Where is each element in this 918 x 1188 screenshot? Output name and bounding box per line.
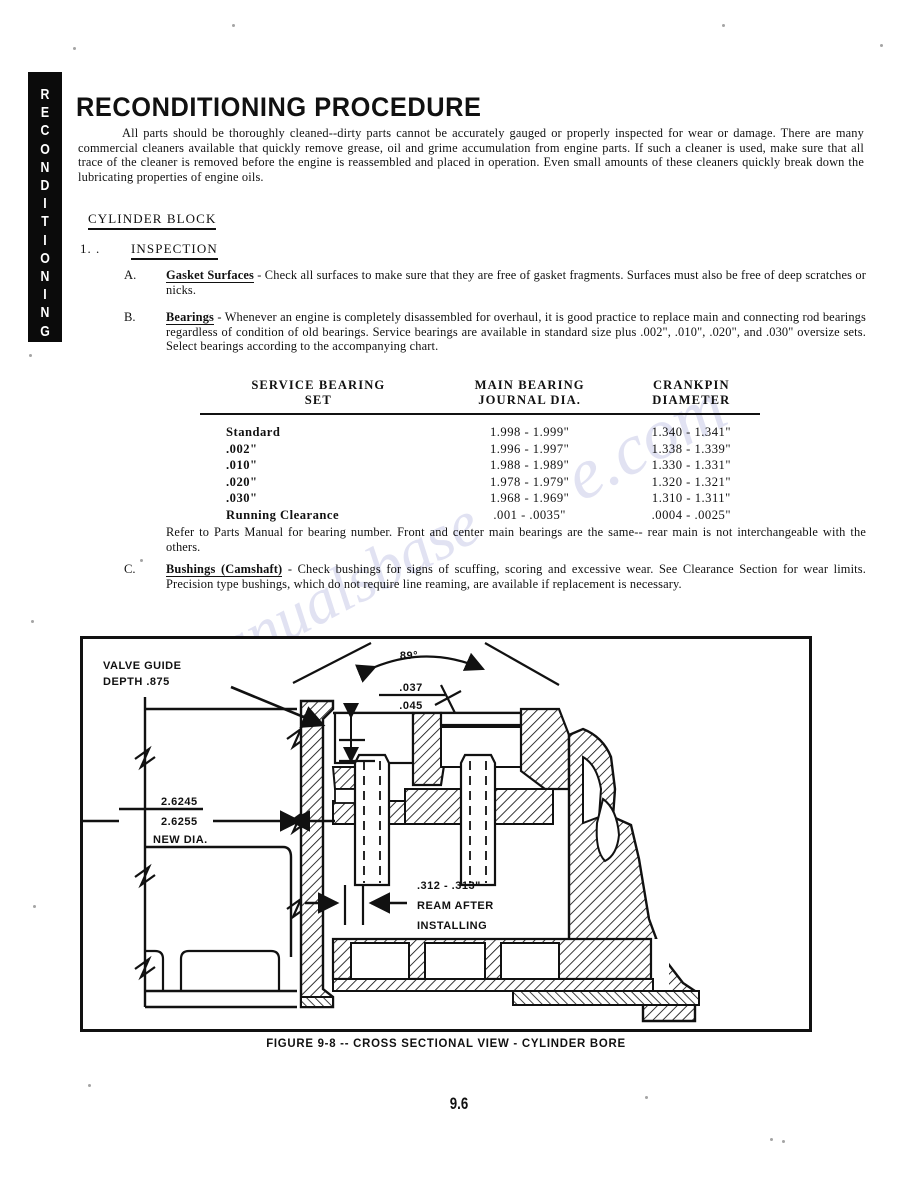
bore-dia-note: NEW DIA. bbox=[153, 834, 208, 846]
bearing-table-col-2: CRANKPIN DIAMETER bbox=[652, 378, 731, 407]
main-journal-cell: 1.996 - 1.997" bbox=[489, 441, 570, 456]
table-row: Running Clearance .001 - .0035" .0004 - … bbox=[200, 507, 760, 524]
item-b-text: - Whenever an engine is completely disas… bbox=[166, 310, 866, 354]
page-title: RECONDITIONING PROCEDURE bbox=[76, 92, 482, 122]
item-b-body: Bearings - Whenever an engine is complet… bbox=[166, 310, 866, 354]
crankpin-cell: 1.310 - 1.311" bbox=[651, 491, 731, 506]
bearing-set-cell: .010" bbox=[226, 458, 258, 473]
item-a-text: - Check all surfaces to make sure that t… bbox=[166, 268, 866, 297]
bearing-set-cell: .002" bbox=[226, 441, 258, 456]
page-number: 9.6 bbox=[449, 1094, 469, 1113]
valve-angle-dimension bbox=[292, 642, 560, 686]
main-journal-cell: .001 - .0035" bbox=[493, 507, 566, 522]
scan-speck bbox=[770, 1138, 773, 1141]
break-line-marks bbox=[134, 725, 308, 981]
cylinder-block-heading: CYLINDER BLOCK bbox=[88, 211, 217, 230]
valve-guide-label-line1: VALVE GUIDE bbox=[103, 660, 181, 672]
section-thumb-tab: R E C O N D I T I O N I N G bbox=[28, 72, 62, 342]
item-a-body: Gasket Surfaces - Check all surfaces to … bbox=[166, 268, 866, 297]
bore-dia-lower-label: 2.6255 bbox=[161, 816, 198, 828]
scan-speck bbox=[140, 559, 143, 562]
scan-speck bbox=[33, 905, 36, 908]
main-journal-cell: 1.988 - 1.989" bbox=[489, 458, 570, 473]
scan-speck bbox=[88, 1084, 91, 1087]
scan-speck bbox=[29, 354, 32, 357]
item-c-body: Bushings (Camshaft) - Check bushings for… bbox=[166, 562, 866, 591]
bearing-set-cell: .020" bbox=[226, 474, 258, 489]
crankpin-cell: 1.320 - 1.321" bbox=[651, 474, 731, 489]
scan-speck bbox=[645, 1096, 648, 1099]
crankpin-cell: 1.338 - 1.339" bbox=[651, 441, 731, 456]
main-bearing-webs bbox=[331, 937, 654, 992]
clearance-lower-label: .045 bbox=[399, 700, 422, 712]
scan-speck bbox=[722, 24, 725, 27]
bearing-set-cell: Running Clearance bbox=[226, 507, 340, 522]
bore-diameter-dimension bbox=[83, 807, 335, 832]
item-b-letter: B. bbox=[124, 310, 136, 324]
table-row: .020" 1.978 - 1.979" 1.320 - 1.321" bbox=[200, 474, 760, 491]
bearing-table-body: Standard 1.998 - 1.999" 1.340 - 1.341" .… bbox=[200, 414, 760, 524]
inspection-item-number: 1. . bbox=[80, 241, 101, 256]
valve-guide-label-line2: DEPTH .875 bbox=[103, 676, 170, 688]
bearing-table-header-row: SERVICE BEARING SET MAIN BEARING JOURNAL… bbox=[200, 378, 760, 409]
bearing-specification-table: SERVICE BEARING SET MAIN BEARING JOURNAL… bbox=[200, 378, 760, 524]
crankpin-cell: 1.330 - 1.331" bbox=[651, 458, 731, 473]
ream-note-line2: INSTALLING bbox=[417, 920, 487, 932]
bearing-set-cell: .030" bbox=[226, 491, 258, 506]
figure-caption: FIGURE 9-8 -- CROSS SECTIONAL VIEW - CYL… bbox=[266, 1036, 626, 1050]
clearance-upper-label: .037 bbox=[399, 682, 422, 694]
table-row: .010" 1.988 - 1.989" 1.330 - 1.331" bbox=[200, 457, 760, 474]
table-row: .030" 1.968 - 1.969" 1.310 - 1.311" bbox=[200, 490, 760, 507]
scan-speck bbox=[73, 47, 76, 50]
item-a-letter: A. bbox=[124, 268, 137, 282]
item-c-letter: C. bbox=[124, 562, 136, 576]
item-c-term: Bushings (Camshaft) bbox=[166, 562, 283, 577]
ream-note-line1: REAM AFTER bbox=[417, 900, 494, 912]
table-row: Standard 1.998 - 1.999" 1.340 - 1.341" bbox=[200, 414, 760, 441]
main-journal-cell: 1.978 - 1.979" bbox=[489, 474, 570, 489]
scan-speck bbox=[31, 620, 34, 623]
scan-speck bbox=[880, 44, 883, 47]
main-journal-cell: 1.968 - 1.969" bbox=[489, 491, 570, 506]
bearing-table-col-0: SERVICE BEARING SET bbox=[251, 378, 386, 407]
cylinder-bore-drawing: VALVE GUIDE DEPTH .875 89° .037 .045 2.6… bbox=[83, 642, 700, 1023]
inspection-heading: INSPECTION bbox=[131, 241, 218, 260]
bearing-table-head: SERVICE BEARING SET MAIN BEARING JOURNAL… bbox=[200, 378, 760, 415]
scan-speck bbox=[232, 24, 235, 27]
scan-speck bbox=[782, 1140, 785, 1143]
cylinder-wall-section bbox=[299, 699, 335, 1009]
crankpin-cell: .0004 - .0025" bbox=[651, 507, 731, 522]
bearing-table-col-1: MAIN BEARING JOURNAL DIA. bbox=[474, 378, 585, 407]
main-journal-cell: 1.998 - 1.999" bbox=[489, 425, 570, 439]
valve-angle-label: 89° bbox=[400, 650, 418, 662]
bearing-set-cell: Standard bbox=[226, 425, 281, 439]
section-thumb-tab-label: R E C O N D I T I O N I N G bbox=[40, 86, 50, 340]
table-row: .002" 1.996 - 1.997" 1.338 - 1.339" bbox=[200, 441, 760, 458]
item-b-term: Bearings bbox=[166, 310, 215, 325]
bore-dia-upper-label: 2.6245 bbox=[161, 796, 198, 808]
crankpin-cell: 1.340 - 1.341" bbox=[651, 425, 731, 439]
item-a-term: Gasket Surfaces bbox=[166, 268, 254, 283]
parts-manual-note: Refer to Parts Manual for bearing number… bbox=[166, 525, 866, 554]
figure-cross-sectional-view: VALVE GUIDE DEPTH .875 89° .037 .045 2.6… bbox=[80, 636, 812, 1032]
ream-dimension-label: .312 - .313" bbox=[417, 880, 481, 892]
intro-paragraph: All parts should be thoroughly cleaned--… bbox=[78, 126, 864, 184]
cylinder-bore-left-section bbox=[143, 697, 297, 1009]
